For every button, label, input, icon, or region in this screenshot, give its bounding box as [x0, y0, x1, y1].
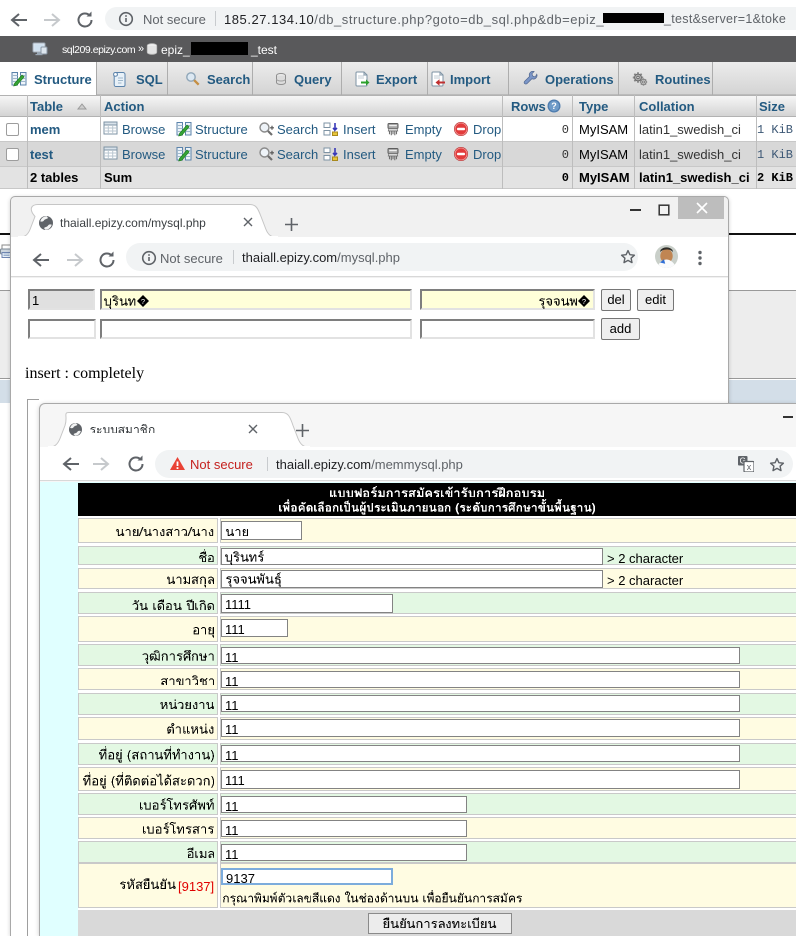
svg-text:x: x — [747, 462, 752, 472]
svg-text:?: ? — [551, 101, 557, 111]
svg-text:?: ? — [582, 297, 586, 306]
svg-text:?: ? — [141, 297, 145, 306]
